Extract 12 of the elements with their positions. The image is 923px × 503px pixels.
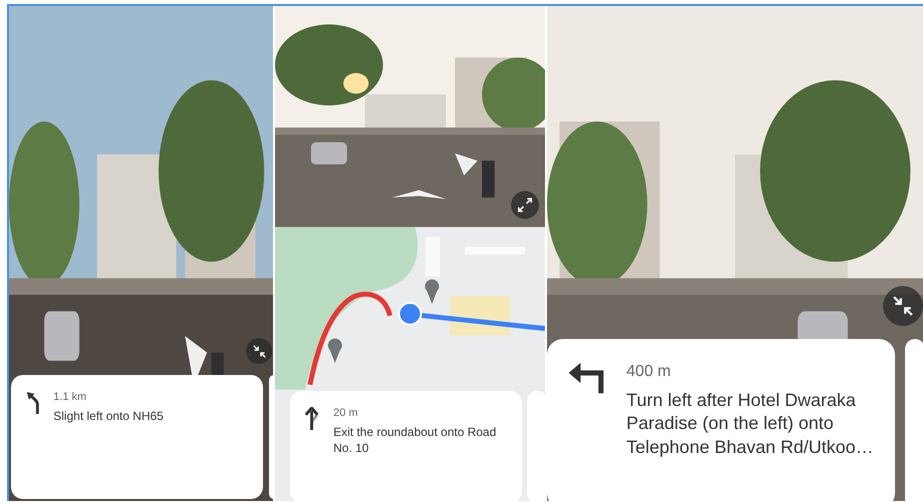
instruction-text: Slight left onto NH65: [53, 409, 164, 425]
instruction-text: Turn left after Hotel Dwaraka Paradise (on the left) onto Telephone Bhavan Rd/Utkoo…: [626, 389, 875, 459]
collapse-icon: [252, 344, 266, 358]
direction-card[interactable]: 1.1 km Slight left onto NH65: [11, 375, 263, 499]
distance-text: 400 m: [626, 363, 672, 381]
collapse-icon: [893, 296, 913, 316]
expand-icon: [518, 198, 532, 212]
direction-card[interactable]: 20 m Exit the roundabout onto Road No. 10: [290, 391, 522, 501]
distance-text: 1.1 km: [53, 391, 88, 403]
direction-card[interactable]: 400 m Turn left after Hotel Dwaraka Paradise (on the left) onto Telephone Bhavan Rd/Utkoo…: [547, 339, 895, 501]
instruction-text: Exit the roundabout onto Road No. 10: [333, 425, 498, 456]
distance-text: 20 m: [333, 407, 359, 419]
